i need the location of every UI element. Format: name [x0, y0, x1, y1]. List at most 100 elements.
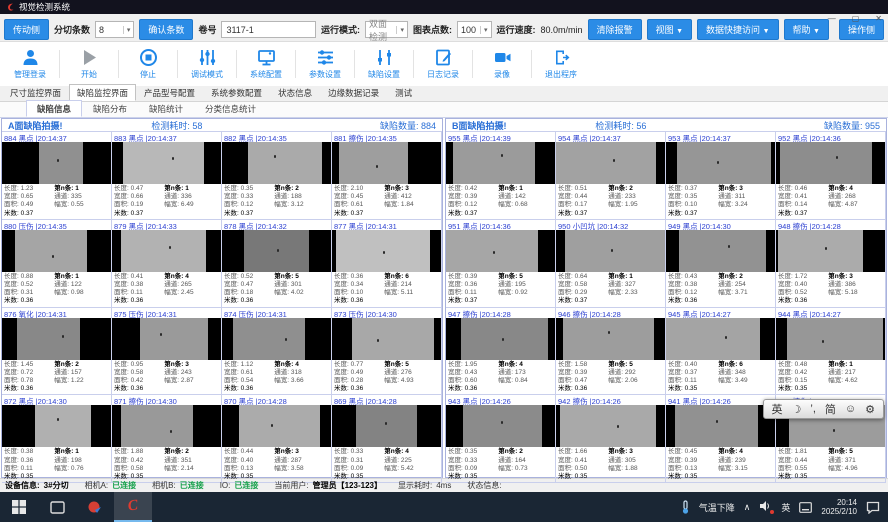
- main-tab-1[interactable]: 缺陷监控界面: [69, 84, 136, 101]
- defect-thumbnail-image[interactable]: [112, 142, 221, 184]
- weather-text[interactable]: 气温下降: [699, 501, 735, 514]
- confirm-count-button[interactable]: 确认条数: [139, 19, 193, 40]
- action-center-icon[interactable]: [866, 501, 880, 514]
- defect-card[interactable]: 950 小凹坑 |20:14:32 长度: 0.64 宽度: 0.58 面积: …: [556, 220, 666, 308]
- tool-log-record-button[interactable]: 日志记录: [417, 48, 469, 80]
- defect-thumbnail-image[interactable]: [222, 142, 331, 184]
- defect-thumbnail-image[interactable]: [2, 405, 111, 447]
- defect-thumbnail-image[interactable]: [2, 318, 111, 360]
- defect-card[interactable]: 943 黑点 |20:14:26 长度: 0.35 宽度: 0.33 面积: 0…: [446, 395, 556, 483]
- defect-card[interactable]: 871 擦伤 |20:14:30 长度: 1.88 宽度: 0.42 面积: 0…: [112, 395, 222, 483]
- defect-thumbnail-image[interactable]: [556, 405, 665, 447]
- defect-thumbnail-image[interactable]: [112, 405, 221, 447]
- defect-card[interactable]: 953 黑点 |20:14:37 长度: 0.37 宽度: 0.35 面积: 0…: [666, 132, 776, 220]
- defect-card[interactable]: 883 黑点 |20:14:37 长度: 0.47 宽度: 0.66 面积: 0…: [112, 132, 222, 220]
- slit-count-select[interactable]: 8 ▾: [95, 21, 134, 38]
- defect-thumbnail-image[interactable]: [666, 318, 775, 360]
- defect-thumbnail-image[interactable]: [332, 142, 441, 184]
- help-menu-button[interactable]: 帮助 ▼: [784, 19, 829, 40]
- defect-card[interactable]: 884 黑点 |20:14:37 长度: 1.23 宽度: 0.65 面积: 0…: [2, 132, 112, 220]
- ime-moon-icon[interactable]: ☽: [792, 403, 802, 416]
- defect-thumbnail-image[interactable]: [332, 318, 441, 360]
- roll-number-input[interactable]: 3117-1: [221, 21, 316, 38]
- defect-card[interactable]: 947 擦伤 |20:14:28 长度: 1.95 宽度: 0.43 面积: 0…: [446, 308, 556, 396]
- defect-card[interactable]: 954 黑点 |20:14:37 长度: 0.51 宽度: 0.44 面积: 0…: [556, 132, 666, 220]
- defect-thumbnail-image[interactable]: [112, 230, 221, 272]
- ime-emoji-icon[interactable]: ☺: [845, 403, 856, 415]
- sub-tab-2[interactable]: 缺陷统计: [138, 100, 194, 117]
- touch-keyboard-icon[interactable]: [799, 502, 812, 513]
- main-tab-2[interactable]: 产品型号配置: [136, 84, 203, 101]
- taskbar-app-active[interactable]: C: [114, 492, 152, 522]
- defect-thumbnail-image[interactable]: [556, 230, 665, 272]
- defect-thumbnail-image[interactable]: [446, 405, 555, 447]
- defect-card[interactable]: 946 擦伤 |20:14:28 长度: 1.58 宽度: 0.39 面积: 0…: [556, 308, 666, 396]
- defect-card[interactable]: 870 黑点 |20:14:28 长度: 0.44 宽度: 0.40 面积: 0…: [222, 395, 332, 483]
- main-tab-4[interactable]: 状态信息: [270, 84, 320, 101]
- tool-exit-app-button[interactable]: 退出程序: [535, 48, 587, 80]
- taskbar-app-1[interactable]: [76, 492, 114, 522]
- defect-card[interactable]: 952 黑点 |20:14:36 长度: 0.46 宽度: 0.41 面积: 0…: [776, 132, 886, 220]
- maximize-button[interactable]: ▢: [852, 14, 860, 23]
- defect-card[interactable]: 944 黑点 |20:14:27 长度: 0.48 宽度: 0.42 面积: 0…: [776, 308, 886, 396]
- data-access-menu-button[interactable]: 数据快捷访问 ▼: [697, 19, 778, 40]
- defect-thumbnail-image[interactable]: [446, 142, 555, 184]
- sub-tab-3[interactable]: 分类信息统计: [194, 100, 267, 117]
- ime-punctuation[interactable]: ’,: [810, 403, 816, 415]
- defect-card[interactable]: 872 黑点 |20:14:30 长度: 0.38 宽度: 0.36 面积: 0…: [2, 395, 112, 483]
- sub-tab-1[interactable]: 缺陷分布: [82, 100, 138, 117]
- defect-card[interactable]: 949 黑点 |20:14:30 长度: 0.43 宽度: 0.38 面积: 0…: [666, 220, 776, 308]
- defect-thumbnail-image[interactable]: [446, 230, 555, 272]
- defect-card[interactable]: 869 黑点 |20:14:28 长度: 0.33 宽度: 0.31 面积: 0…: [332, 395, 442, 483]
- tool-record-video-button[interactable]: 录像: [476, 48, 528, 80]
- defect-card[interactable]: 881 擦伤 |20:14:35 长度: 2.10 宽度: 0.45 面积: 0…: [332, 132, 442, 220]
- main-tab-3[interactable]: 系统参数配置: [203, 84, 270, 101]
- tool-debug-mode-button[interactable]: 调试模式: [181, 48, 233, 80]
- task-view-button[interactable]: [38, 492, 76, 522]
- defect-thumbnail-image[interactable]: [556, 318, 665, 360]
- ime-language-indicator[interactable]: 英: [781, 501, 790, 514]
- start-button[interactable]: [0, 492, 38, 522]
- defect-thumbnail-image[interactable]: [666, 142, 775, 184]
- defect-thumbnail-image[interactable]: [222, 318, 331, 360]
- clear-alarm-button[interactable]: 清除报警: [588, 19, 642, 40]
- sub-tab-0[interactable]: 缺陷信息: [26, 100, 82, 117]
- drive-side-button[interactable]: 传动侧: [4, 19, 49, 40]
- defect-thumbnail-image[interactable]: [332, 405, 441, 447]
- defect-thumbnail-image[interactable]: [776, 230, 885, 272]
- defect-thumbnail-image[interactable]: [2, 142, 111, 184]
- defect-card[interactable]: 874 压伤 |20:14:31 长度: 1.12 宽度: 0.61 面积: 0…: [222, 308, 332, 396]
- defect-thumbnail-image[interactable]: [446, 318, 555, 360]
- defect-card[interactable]: 945 黑点 |20:14:27 长度: 0.40 宽度: 0.37 面积: 0…: [666, 308, 776, 396]
- minimize-button[interactable]: —: [828, 14, 836, 23]
- defect-thumbnail-image[interactable]: [112, 318, 221, 360]
- defect-thumbnail-image[interactable]: [2, 230, 111, 272]
- defect-card[interactable]: 942 擦伤 |20:14:26 长度: 1.66 宽度: 0.41 面积: 0…: [556, 395, 666, 483]
- run-mode-select[interactable]: 双面检测 ▾: [365, 21, 408, 38]
- defect-thumbnail-image[interactable]: [222, 230, 331, 272]
- defect-card[interactable]: 880 压伤 |20:14:35 长度: 0.88 宽度: 0.52 面积: 0…: [2, 220, 112, 308]
- defect-thumbnail-image[interactable]: [556, 142, 665, 184]
- defect-thumbnail-image[interactable]: [776, 318, 885, 360]
- defect-card[interactable]: 877 黑点 |20:14:31 长度: 0.36 宽度: 0.34 面积: 0…: [332, 220, 442, 308]
- defect-card[interactable]: 873 压伤 |20:14:30 长度: 0.77 宽度: 0.49 面积: 0…: [332, 308, 442, 396]
- tool-admin-login-button[interactable]: 管理登录: [4, 48, 56, 80]
- view-menu-button[interactable]: 视图 ▼: [647, 19, 692, 40]
- defect-card[interactable]: 941 黑点 |20:14:26 长度: 0.45 宽度: 0.39 面积: 0…: [666, 395, 776, 483]
- tray-chevron-icon[interactable]: ∧: [744, 502, 751, 513]
- defect-card[interactable]: 878 黑点 |20:14:32 长度: 0.52 宽度: 0.47 面积: 0…: [222, 220, 332, 308]
- ime-lang-english[interactable]: 英: [772, 401, 783, 417]
- tool-param-set-button[interactable]: 参数设置: [299, 48, 351, 80]
- tool-system-config-button[interactable]: 系统配置: [240, 48, 292, 80]
- defect-thumbnail-image[interactable]: [222, 405, 331, 447]
- close-button[interactable]: ✕: [875, 14, 882, 23]
- defect-thumbnail-image[interactable]: [776, 142, 885, 184]
- ime-settings-gear-icon[interactable]: ⚙: [865, 403, 875, 416]
- tool-stop-button[interactable]: 停止: [122, 48, 174, 80]
- ime-toolbar[interactable]: 英☽’,简☺⚙: [763, 399, 884, 419]
- defect-card[interactable]: 882 黑点 |20:14:35 长度: 0.35 宽度: 0.33 面积: 0…: [222, 132, 332, 220]
- defect-thumbnail-image[interactable]: [666, 405, 775, 447]
- main-tab-6[interactable]: 测试: [387, 84, 420, 101]
- tool-defect-set-button[interactable]: 缺陷设置: [358, 48, 410, 80]
- defect-card[interactable]: 876 氧化 |20:14:31 长度: 1.45 宽度: 0.72 面积: 0…: [2, 308, 112, 396]
